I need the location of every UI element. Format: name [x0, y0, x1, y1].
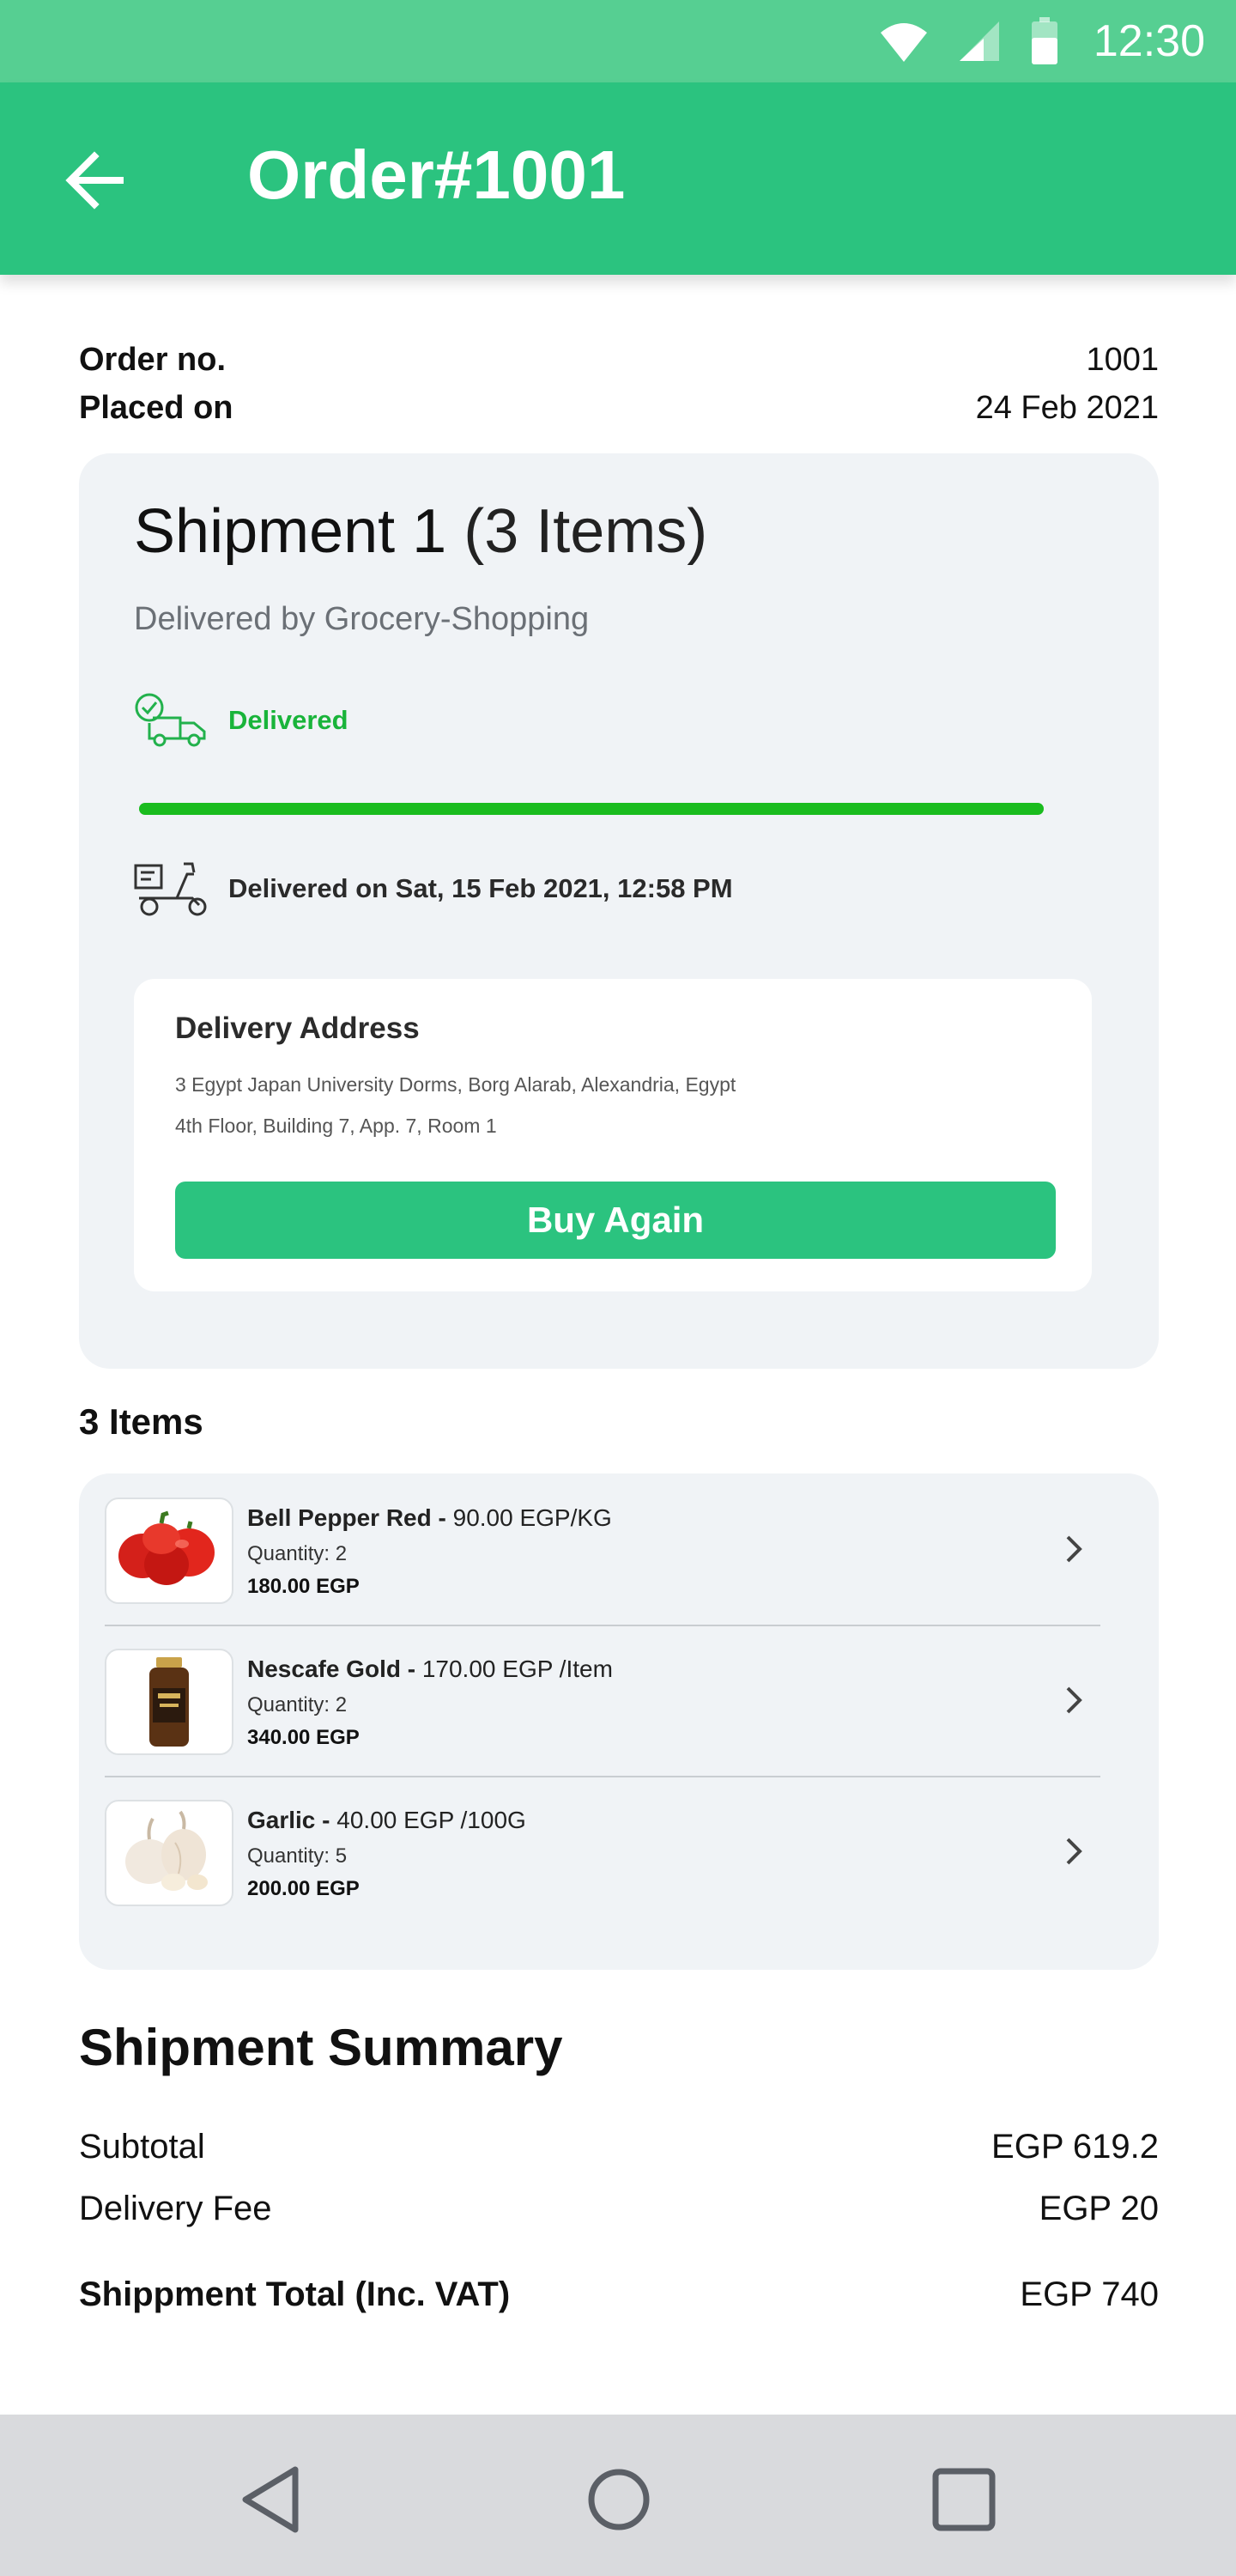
shipment-summary-title: Shipment Summary [79, 2019, 563, 2076]
order-no-value: 1001 [1086, 342, 1159, 378]
home-circle-icon [588, 2469, 650, 2530]
item-quantity: Quantity: 5 [247, 1844, 348, 1868]
delivery-address-card: Delivery Address 3 Egypt Japan Universit… [134, 979, 1092, 1291]
shipment-card: Shipment 1 (3 Items) Delivered by Grocer… [79, 453, 1159, 1369]
delivered-on-row: Delivered on Sat, 15 Feb 2021, 12:58 PM [132, 859, 733, 919]
item-name-line: Garlic - 40.00 EGP /100G [247, 1807, 526, 1834]
status-icons: 12:30 [879, 14, 1205, 69]
delivery-progress-fill [139, 803, 1044, 815]
system-navigation-bar [0, 2415, 1236, 2576]
chevron-right-icon [1066, 1686, 1082, 1714]
shipment-name: Shipment 1 [134, 497, 447, 566]
item-unit-price: 170.00 EGP /Item [415, 1656, 613, 1682]
subtotal-label: Subtotal [79, 2128, 205, 2166]
shipment-total-row: Shippment Total (Inc. VAT) EGP 740 [79, 2275, 1159, 2314]
status-bar: 12:30 [0, 0, 1236, 82]
item-unit-price: 40.00 EGP /100G [330, 1807, 526, 1833]
item-name-line: Bell Pepper Red - 90.00 EGP/KG [247, 1504, 612, 1532]
chevron-right-icon [1066, 1535, 1082, 1563]
delivery-status-text: Delivered [228, 705, 348, 735]
delivery-fee-label: Delivery Fee [79, 2190, 272, 2227]
delivered-on-text: Delivered on Sat, 15 Feb 2021, 12:58 PM [228, 873, 733, 903]
item-total: 340.00 EGP [247, 1726, 360, 1749]
back-triangle-icon [242, 2466, 299, 2533]
wifi-icon [880, 23, 927, 62]
item-quantity: Quantity: 2 [247, 1693, 348, 1716]
shipment-total-label: Shippment Total (Inc. VAT) [79, 2275, 511, 2313]
garlic-image [125, 1810, 208, 1891]
list-item-nescafe-gold[interactable]: Nescafe Gold - 170.00 EGP /Item Quantity… [105, 1625, 1100, 1777]
item-thumbnail [105, 1800, 233, 1906]
items-heading: 3 Items [79, 1401, 203, 1442]
nav-recents-button[interactable] [925, 2461, 1003, 2538]
delivery-progress-bar [139, 803, 1044, 815]
shipment-total-value: EGP 740 [1020, 2275, 1159, 2313]
shipment-title: Shipment 1 (3 Items) [134, 496, 707, 567]
placed-on-label: Placed on [79, 390, 233, 426]
placed-on-row: Placed on 24 Feb 2021 [79, 390, 1159, 427]
delivery-truck-check-icon [135, 693, 206, 747]
app-bar: Order#1001 [0, 82, 1236, 275]
item-total: 200.00 EGP [247, 1877, 360, 1900]
delivery-fee-value: EGP 20 [1039, 2190, 1159, 2227]
red-bell-pepper-image [118, 1510, 215, 1585]
cellular-signal-icon [959, 21, 999, 61]
subtotal-value: EGP 619.2 [991, 2128, 1159, 2166]
chevron-right-icon [1066, 1838, 1082, 1865]
delivery-scooter-icon [134, 862, 207, 916]
item-name-line: Nescafe Gold - 170.00 EGP /Item [247, 1656, 613, 1683]
placed-on-value: 24 Feb 2021 [975, 390, 1159, 426]
delivered-by: Delivered by Grocery-Shopping [134, 601, 590, 637]
delivery-status: Delivered [132, 692, 348, 749]
delivery-fee-row: Delivery Fee EGP 20 [79, 2190, 1159, 2228]
buy-again-button[interactable]: Buy Again [175, 1182, 1056, 1259]
page-title: Order#1001 [247, 137, 626, 213]
item-name: Bell Pepper Red - [247, 1504, 446, 1531]
shipment-item-count: (3 Items) [464, 497, 708, 566]
address-line-1: 3 Egypt Japan University Dorms, Borg Ala… [175, 1073, 736, 1096]
item-name: Garlic - [247, 1807, 330, 1833]
list-item-bell-pepper[interactable]: Bell Pepper Red - 90.00 EGP/KG Quantity:… [105, 1473, 1100, 1626]
delivery-address-title: Delivery Address [175, 1012, 420, 1045]
item-thumbnail [105, 1498, 233, 1604]
item-total: 180.00 EGP [247, 1575, 360, 1598]
order-no-label: Order no. [79, 342, 227, 378]
items-list: Bell Pepper Red - 90.00 EGP/KG Quantity:… [79, 1473, 1159, 1970]
item-thumbnail [105, 1649, 233, 1755]
address-line-2: 4th Floor, Building 7, App. 7, Room 1 [175, 1115, 497, 1137]
item-unit-price: 90.00 EGP/KG [445, 1504, 612, 1531]
recents-square-icon [932, 2468, 996, 2531]
nav-home-button[interactable] [580, 2461, 657, 2538]
item-name: Nescafe Gold - [247, 1656, 416, 1682]
list-item-garlic[interactable]: Garlic - 40.00 EGP /100G Quantity: 5 200… [105, 1776, 1100, 1927]
item-quantity: Quantity: 2 [247, 1542, 348, 1565]
subtotal-row: Subtotal EGP 619.2 [79, 2128, 1159, 2166]
status-time: 12:30 [1093, 16, 1205, 66]
order-number-row: Order no. 1001 [79, 342, 1159, 379]
nav-back-button[interactable] [235, 2461, 312, 2538]
arrow-left-icon [65, 151, 124, 210]
battery-icon [1031, 17, 1057, 64]
nescafe-gold-jar-image [149, 1657, 189, 1747]
back-button[interactable] [64, 149, 125, 211]
